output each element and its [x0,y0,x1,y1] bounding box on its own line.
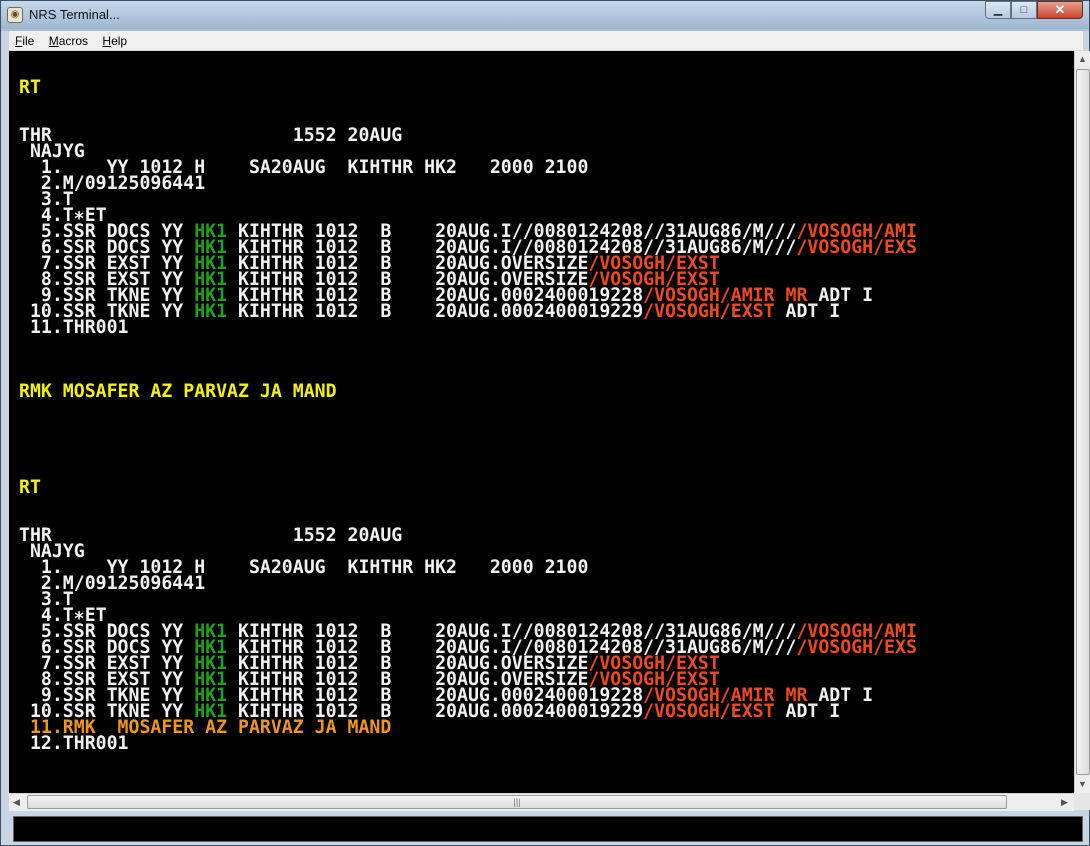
horizontal-scroll-thumb[interactable]: ||| [27,795,1007,809]
menu-help[interactable]: Help [96,31,132,49]
terminal-text-segment: 12.THR001 [19,733,129,754]
menu-bar: File Macros Help [9,31,1083,51]
terminal-line: RMK MOSAFER AZ PARVAZ JA MAND [19,381,337,402]
terminal-text-segment: RT [19,477,41,498]
terminal-text-segment: /VOSOGH/EXST [643,301,775,322]
scroll-right-icon[interactable]: ▶ [1061,797,1068,808]
menu-file[interactable]: File [9,31,39,49]
terminal-text-segment: RMK MOSAFER AZ PARVAZ JA MAND [19,381,337,402]
app-icon: ◉ [7,7,23,23]
terminal-text-segment: /VOSOGH/EXST [643,701,775,722]
close-button[interactable]: ✕ [1037,1,1083,19]
vertical-scroll-thumb[interactable] [1076,69,1090,775]
horizontal-scrollbar[interactable]: ◀ ||| ▶ [9,793,1074,811]
window-title: NRS Terminal... [29,7,120,22]
minimize-button[interactable]: ▁ [985,1,1011,19]
scroll-left-icon[interactable]: ◀ [13,797,20,808]
terminal-line: 12.THR001 [19,733,129,754]
terminal-text-segment: ADT I [774,301,841,322]
terminal-text-segment: 11.THR001 [19,317,129,338]
scroll-down-icon[interactable]: ▼ [1078,779,1087,789]
terminal-text-segment: /VOSOGH/EXS [796,237,917,258]
terminal-text-segment: 1552 20AUG [292,125,403,146]
title-bar[interactable]: ◉ NRS Terminal... ▁ □ ✕ [1,1,1089,29]
terminal-text-segment: ADT I [774,701,841,722]
terminal-line: 11.THR001 [19,317,129,338]
terminal-text-segment: RT [19,77,41,98]
vertical-scrollbar[interactable]: ▲ ▼ [1074,51,1090,793]
terminal-text-segment: KIHTHR 1012 B 20AUG.0002400019229 [227,301,644,322]
command-input[interactable] [13,816,1083,842]
terminal-text-segment: HK1 [194,301,228,322]
terminal-line: RT [19,77,41,98]
terminal-text-segment: /VOSOGH/EXS [796,637,917,658]
terminal-window: ◉ NRS Terminal... ▁ □ ✕ File Macros Help… [0,0,1090,846]
terminal-line: 10.SSR TKNE YY HK1 KIHTHR 1012 B 20AUG.0… [19,301,841,322]
terminal-line: RT [19,477,41,498]
scroll-corner [1074,793,1090,810]
maximize-button[interactable]: □ [1011,1,1037,19]
menu-macros[interactable]: Macros [43,31,93,49]
terminal-screen[interactable]: RT THR 1552 20AUG NAJYG 1. YY 1012 H SA20… [9,51,1074,793]
terminal-text-segment: 1552 20AUG [292,525,403,546]
scroll-up-icon[interactable]: ▲ [1078,54,1087,64]
